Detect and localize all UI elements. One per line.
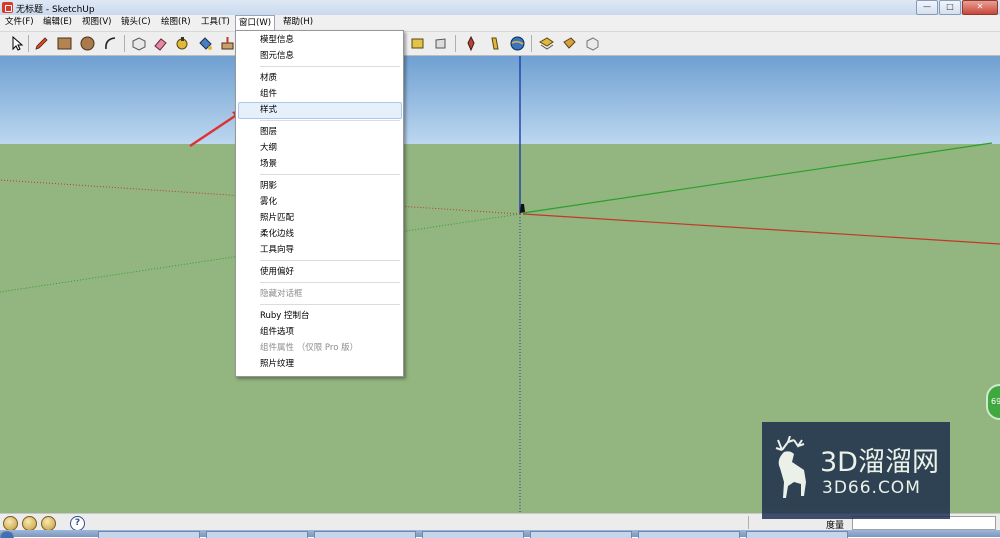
menu-item-scenes[interactable]: 场景 <box>260 158 277 170</box>
red-axis-solid <box>522 213 1000 245</box>
close-button[interactable]: ✕ <box>962 0 998 15</box>
menu-item-ruby-console[interactable]: Ruby 控制台 <box>260 310 310 322</box>
menu-edit[interactable]: 编辑(E) <box>40 16 75 29</box>
menu-view[interactable]: 视图(V) <box>79 16 114 29</box>
menu-item-materials[interactable]: 材质 <box>260 72 277 84</box>
human-figure-icon <box>520 204 525 213</box>
user-icon[interactable] <box>41 516 56 531</box>
menu-separator <box>260 174 400 175</box>
menu-item-photo-textures[interactable]: 照片纹理 <box>260 358 294 370</box>
menu-item-match-photo[interactable]: 照片匹配 <box>260 212 294 224</box>
toolbar-separator <box>455 35 456 52</box>
rectangle-icon[interactable] <box>56 35 73 52</box>
menu-item-model-info[interactable]: 模型信息 <box>260 34 294 46</box>
select-arrow-icon[interactable] <box>8 35 25 52</box>
paint-bucket-icon[interactable] <box>197 35 214 52</box>
green-badge: 69 <box>986 384 1000 420</box>
menu-separator <box>260 304 400 305</box>
position-camera-icon[interactable] <box>463 35 480 52</box>
menu-item-fog[interactable]: 雾化 <box>260 196 277 208</box>
menu-item-components[interactable]: 组件 <box>260 88 277 100</box>
menu-camera[interactable]: 镜头(C) <box>118 16 154 29</box>
menu-item-preferences[interactable]: 使用偏好 <box>260 266 294 278</box>
sketchup-app-icon <box>2 2 13 13</box>
os-taskbar <box>0 530 1000 538</box>
menu-item-instructor[interactable]: 工具向导 <box>260 244 294 256</box>
menu-help[interactable]: 帮助(H) <box>280 16 316 29</box>
arc-icon[interactable] <box>102 35 119 52</box>
title-bar: 无标题 - SketchUp — □ ✕ <box>0 0 1000 15</box>
brand-watermark: 3D溜溜网 3D66.COM <box>762 422 950 519</box>
status-divider <box>748 516 749 529</box>
menu-bar: 文件(F) 编辑(E) 视图(V) 镜头(C) 绘图(R) 工具(T) 窗口(W… <box>0 15 1000 32</box>
menu-tools[interactable]: 工具(T) <box>198 16 233 29</box>
green-axis-solid <box>522 142 993 214</box>
menu-item-outliner[interactable]: 大纲 <box>260 142 277 154</box>
get-models-icon[interactable] <box>509 35 526 52</box>
orbit-icon[interactable] <box>409 35 426 52</box>
share-component-icon[interactable] <box>561 35 578 52</box>
menu-separator <box>260 120 400 121</box>
get-photo-texture-icon[interactable] <box>584 35 601 52</box>
help-icon[interactable]: ? <box>70 516 85 531</box>
credits-icon[interactable] <box>22 516 37 531</box>
menu-item-styles[interactable]: 样式 <box>260 104 277 116</box>
maximize-button[interactable]: □ <box>939 0 961 15</box>
toolbar-separator <box>124 35 125 52</box>
watermark-brand-en: 3D66.COM <box>822 478 921 498</box>
menu-item-component-options[interactable]: 组件选项 <box>260 326 294 338</box>
pencil-icon[interactable] <box>33 35 50 52</box>
pan-icon[interactable] <box>432 35 449 52</box>
tape-measure-icon[interactable] <box>174 35 191 52</box>
menu-item-entity-info[interactable]: 图元信息 <box>260 50 294 62</box>
eraser-icon[interactable] <box>152 35 169 52</box>
geo-location-icon[interactable] <box>3 516 18 531</box>
toolbar-separator <box>531 35 532 52</box>
window-controls: — □ ✕ <box>915 0 998 15</box>
circle-icon[interactable] <box>79 35 96 52</box>
minimize-button[interactable]: — <box>916 0 938 15</box>
deer-logo-icon <box>775 436 806 498</box>
menu-item-component-attributes: 组件属性 （仅限 Pro 版） <box>260 343 359 353</box>
menu-item-soften-edges[interactable]: 柔化边线 <box>260 228 294 240</box>
menu-item-shadows[interactable]: 阴影 <box>260 180 277 192</box>
toolbar-separator <box>28 35 29 52</box>
make-component-icon[interactable] <box>130 35 147 52</box>
window-menu-dropdown: 模型信息 图元信息 材质 组件 样式 图层 大纲 场景 阴影 雾化 照片匹配 柔… <box>235 30 404 377</box>
menu-item-layers[interactable]: 图层 <box>260 126 277 138</box>
menu-draw[interactable]: 绘图(R) <box>158 16 194 29</box>
watermark-brand-cn: 3D溜溜网 <box>820 447 939 478</box>
menu-window[interactable]: 窗口(W) <box>235 15 276 31</box>
window-title: 无标题 - SketchUp <box>16 5 95 15</box>
main-toolbar <box>0 32 1000 56</box>
push-pull-icon[interactable] <box>219 35 236 52</box>
walk-icon[interactable] <box>486 35 503 52</box>
menu-separator <box>260 66 400 67</box>
menu-file[interactable]: 文件(F) <box>2 16 37 29</box>
menu-item-hide-dialogs: 隐藏对话框 <box>260 289 303 299</box>
share-model-icon[interactable] <box>538 35 555 52</box>
menu-separator <box>260 260 400 261</box>
menu-separator <box>260 282 400 283</box>
